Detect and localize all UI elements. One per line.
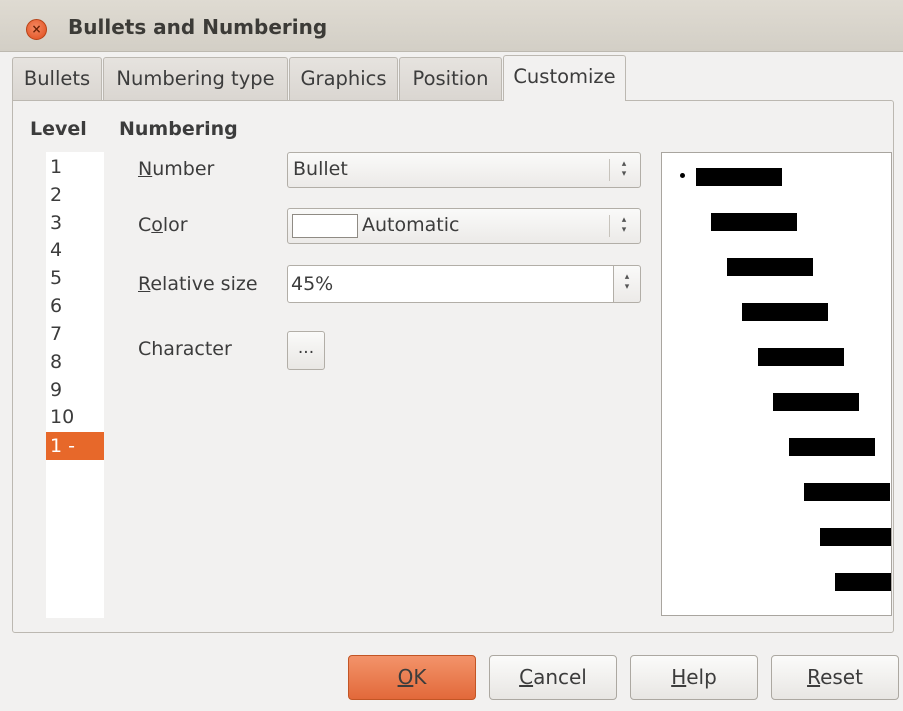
level-item[interactable]: 1 (46, 153, 104, 181)
preview-line (696, 168, 782, 186)
tab-numbering-type[interactable]: Numbering type (103, 57, 288, 100)
window-title: Bullets and Numbering (68, 15, 328, 39)
level-heading: Level (30, 118, 87, 140)
ok-button[interactable]: OK (348, 655, 476, 700)
level-item[interactable]: 4 (46, 236, 104, 264)
spin-arrows-icon: ▴ ▾ (621, 215, 627, 235)
level-item[interactable]: 5 (46, 264, 104, 292)
preview-line (804, 483, 890, 501)
number-label: Number (138, 158, 215, 180)
tab-position[interactable]: Position (399, 57, 502, 100)
preview-bullet (680, 173, 685, 178)
level-list[interactable]: 1 2 3 4 5 6 7 8 9 10 1 - 10 (46, 152, 104, 618)
preview-line (742, 303, 828, 321)
numbering-heading: Numbering (119, 118, 238, 140)
color-select-value: Automatic (362, 214, 460, 236)
level-item[interactable]: 8 (46, 348, 104, 376)
level-item[interactable]: 7 (46, 320, 104, 348)
color-label: Color (138, 214, 188, 236)
number-select[interactable]: Bullet ▴ ▾ (287, 152, 641, 188)
spin-arrows-icon: ▴ ▾ (621, 159, 627, 179)
color-swatch (292, 214, 358, 238)
relative-size-spinner[interactable]: ▴ ▾ (614, 265, 641, 303)
character-label: Character (138, 338, 232, 360)
title-bar: × Bullets and Numbering (0, 0, 903, 52)
preview-line (711, 213, 797, 231)
number-select-value: Bullet (293, 158, 348, 180)
relative-size-label: Relative size (138, 273, 258, 295)
preview-line (727, 258, 813, 276)
tab-customize[interactable]: Customize (503, 55, 626, 101)
level-item[interactable]: 6 (46, 292, 104, 320)
tab-graphics[interactable]: Graphics (289, 57, 398, 100)
relative-size-field[interactable] (287, 265, 614, 303)
level-item[interactable]: 10 (46, 403, 104, 431)
character-select-button[interactable]: ... (287, 331, 325, 370)
close-icon[interactable]: × (26, 19, 47, 40)
level-item[interactable]: 3 (46, 209, 104, 237)
preview-line (773, 393, 859, 411)
spin-arrows-icon: ▴ ▾ (624, 272, 630, 292)
color-select[interactable]: Automatic ▴ ▾ (287, 208, 641, 244)
level-item[interactable]: 2 (46, 181, 104, 209)
level-item[interactable]: 9 (46, 376, 104, 404)
preview-line (835, 573, 891, 591)
preview-line (789, 438, 875, 456)
preview-line (758, 348, 844, 366)
cancel-button[interactable]: Cancel (489, 655, 617, 700)
level-item-selected[interactable]: 1 - 10 (46, 432, 104, 485)
reset-button[interactable]: Reset (771, 655, 899, 700)
help-button[interactable]: Help (630, 655, 758, 700)
preview-line (820, 528, 891, 546)
preview-pane (661, 152, 892, 616)
relative-size-input[interactable] (288, 266, 613, 302)
tab-bullets[interactable]: Bullets (12, 57, 102, 100)
